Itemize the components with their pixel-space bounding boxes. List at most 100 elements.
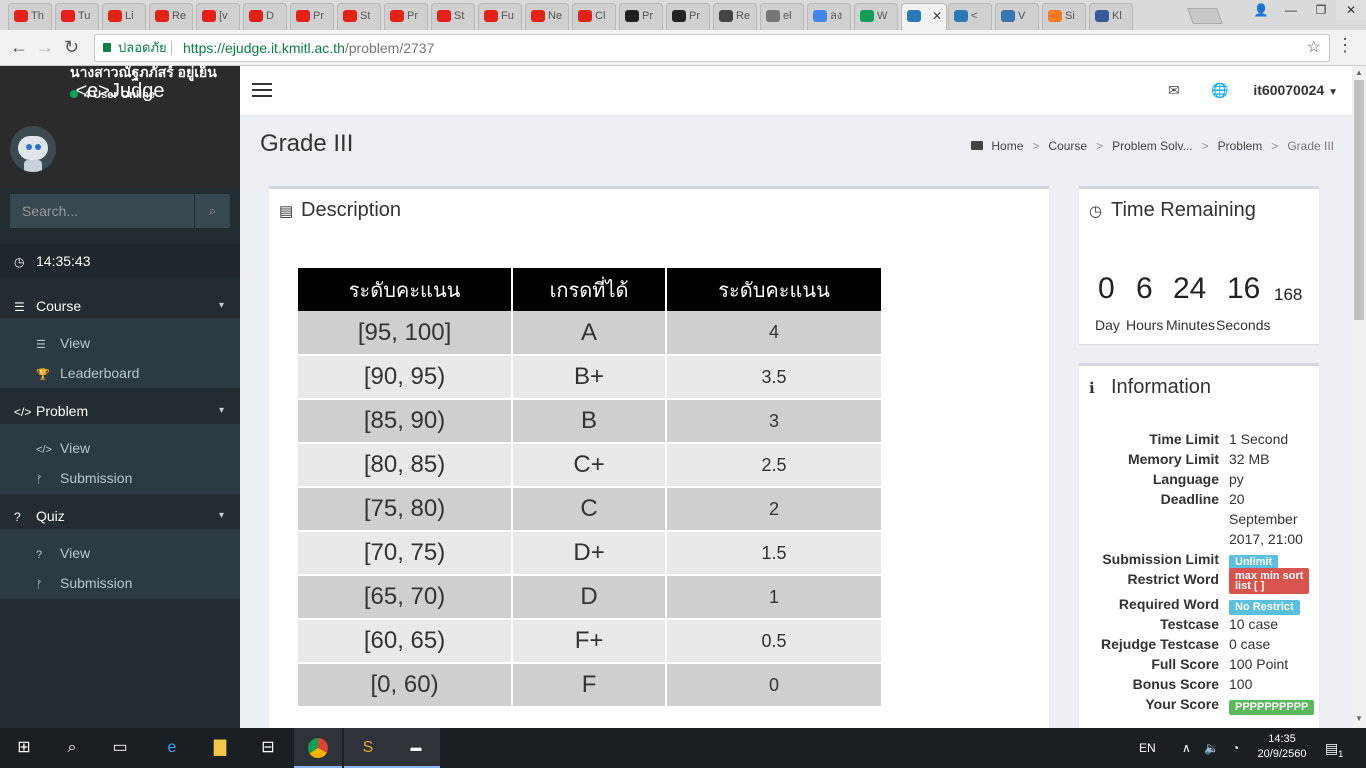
wifi-icon[interactable]: ◔	[1232, 728, 1239, 768]
tab-label: <	[971, 10, 978, 22]
online-count: 4 User Online	[84, 89, 155, 101]
browser-tab[interactable]: Pr	[384, 3, 428, 30]
bookmark-star-icon[interactable]: ☆	[1307, 35, 1321, 61]
browser-tab[interactable]: V	[995, 3, 1039, 30]
browser-tab[interactable]: <	[948, 3, 992, 30]
taskbar-clock[interactable]: 14:35 20/9/2560	[1256, 732, 1308, 762]
user-menu[interactable]: it60070024 ▼	[1253, 82, 1338, 98]
chrome-icon[interactable]	[294, 728, 342, 768]
info-value-bonus-score: 100	[1229, 676, 1253, 692]
browser-tab[interactable]: Pr	[290, 3, 334, 30]
sidebar-item-label: View	[60, 545, 91, 561]
browser-tab[interactable]: ✕	[901, 3, 947, 31]
browser-tab[interactable]: Ne	[525, 3, 569, 30]
browser-tab[interactable]: Kl	[1089, 3, 1133, 30]
info-value-required-word: No Restrict	[1229, 597, 1300, 615]
hamburger-menu-icon[interactable]	[252, 83, 272, 97]
scroll-down-icon[interactable]: ▼	[1355, 714, 1363, 723]
info-icon: ℹ	[1089, 380, 1095, 397]
sidebar-item-problem[interactable]: </> Problem ▾	[0, 394, 240, 428]
notification-icon[interactable]: ▤1	[1325, 728, 1343, 768]
info-value-time-limit: 1 Second	[1229, 431, 1289, 447]
new-tab-button[interactable]	[1187, 8, 1223, 24]
mail-icon[interactable]: ✉	[1168, 82, 1180, 99]
browser-tab[interactable]: Re	[149, 3, 193, 30]
info-value-testcase: 10 case	[1229, 616, 1279, 632]
info-key-full-score: Full Score	[1151, 656, 1219, 672]
sidebar-item-label: Quiz	[36, 508, 65, 524]
search-input[interactable]	[10, 194, 193, 228]
breadcrumb-home[interactable]: Home	[991, 139, 1023, 153]
search-icon[interactable]: ⌕	[194, 194, 230, 228]
browser-menu-icon[interactable]: ⋮	[1336, 36, 1354, 54]
online-dot-icon	[70, 90, 78, 98]
info-value-deadline-day: 20	[1229, 491, 1245, 507]
breadcrumb-problem-solving[interactable]: Problem Solv...	[1112, 139, 1192, 153]
reload-icon[interactable]: ↻	[64, 38, 79, 56]
breadcrumb-problem[interactable]: Problem	[1218, 139, 1263, 153]
tray-chevron-icon[interactable]: ∧	[1182, 728, 1191, 768]
browser-tab[interactable]: el	[760, 3, 804, 30]
table-cell: C	[512, 487, 667, 532]
table-cell: B+	[512, 355, 667, 400]
sidebar-subitem-quiz-submission[interactable]: ᚠ Submission	[0, 568, 240, 598]
browser-tab[interactable]: Li	[102, 3, 146, 30]
restore-button[interactable]: ❐	[1306, 0, 1336, 20]
minimize-button[interactable]: —	[1276, 0, 1306, 20]
browser-tab[interactable]: Tu	[55, 3, 99, 30]
sidebar-subitem-problem-view[interactable]: </> View	[0, 433, 240, 463]
profile-icon[interactable]: 👤	[1246, 0, 1276, 20]
list-icon: ☰	[14, 300, 25, 314]
table-row: [85, 90) B 3	[298, 399, 883, 444]
browser-tab[interactable]: St	[431, 3, 475, 30]
sidebar-subitem-problem-submission[interactable]: ᚠ Submission	[0, 463, 240, 493]
browser-tab[interactable]: [v	[196, 3, 240, 30]
back-arrow-icon[interactable]: ←	[10, 38, 28, 56]
clock-value: 14:35:43	[36, 253, 91, 269]
browser-tab[interactable]: Si	[1042, 3, 1086, 30]
browser-tab[interactable]: ลง	[807, 3, 851, 30]
browser-tab[interactable]: Pr	[619, 3, 663, 30]
clock-time: 14:35	[1268, 733, 1296, 745]
tab-label: W	[877, 10, 888, 22]
restrict-word-line-2: list [ ]	[1235, 580, 1265, 592]
browser-tab[interactable]: Pr	[666, 3, 710, 30]
browser-tab[interactable]: W	[854, 3, 898, 30]
tab-label: ลง	[830, 10, 843, 22]
sidebar-item-course[interactable]: ☰ Course ▾	[0, 289, 240, 323]
browser-tab[interactable]: D	[243, 3, 287, 30]
address-bar[interactable]: ปลอดภัย https://ejudge.it.kmitl.ac.th/pr…	[94, 34, 1330, 62]
scrollbar-thumb[interactable]	[1354, 80, 1364, 320]
file-explorer-icon[interactable]: ▇	[196, 728, 244, 768]
sublime-text-icon[interactable]: S	[344, 728, 392, 768]
sidebar-subitem-quiz-view[interactable]: ? View	[0, 538, 240, 568]
sidebar-subitem-course-view[interactable]: ☰ View	[0, 328, 240, 358]
sidebar-subitem-leaderboard[interactable]: 🏆 Leaderboard	[0, 358, 240, 388]
forward-arrow-icon[interactable]: →	[36, 38, 54, 56]
browser-tab[interactable]: Fu	[478, 3, 522, 30]
browser-tab[interactable]: Re	[713, 3, 757, 30]
browser-tab[interactable]: Cl	[572, 3, 616, 30]
task-view-icon[interactable]: ▭	[96, 728, 144, 768]
browser-tab[interactable]: St	[337, 3, 381, 30]
countdown-milliseconds: 168	[1274, 285, 1303, 304]
sidebar-item-quiz[interactable]: ? Quiz ▾	[0, 499, 240, 533]
edge-icon[interactable]: e	[148, 728, 196, 768]
page-scrollbar[interactable]: ▲ ▼	[1352, 66, 1366, 728]
browser-tab[interactable]: Th	[8, 3, 52, 30]
tab-close-icon[interactable]: ✕	[932, 4, 942, 29]
volume-icon[interactable]: 🔈	[1204, 728, 1219, 768]
language-indicator[interactable]: EN	[1139, 728, 1156, 768]
close-window-button[interactable]: ✕	[1336, 0, 1366, 20]
tab-favicon-icon	[531, 10, 545, 22]
scroll-up-icon[interactable]: ▲	[1355, 68, 1363, 77]
store-icon[interactable]: ⊟	[244, 728, 292, 768]
search-icon[interactable]: ⌕	[48, 728, 96, 768]
breadcrumb-course[interactable]: Course	[1048, 139, 1087, 153]
table-cell: [75, 80)	[298, 487, 514, 532]
globe-icon[interactable]: 🌐	[1211, 82, 1228, 99]
folder-icon	[971, 141, 984, 150]
windows-start-icon[interactable]: ⊞	[0, 728, 48, 768]
terminal-icon[interactable]: ▬	[392, 728, 440, 768]
info-value-memory-limit: 32 MB	[1229, 451, 1270, 467]
